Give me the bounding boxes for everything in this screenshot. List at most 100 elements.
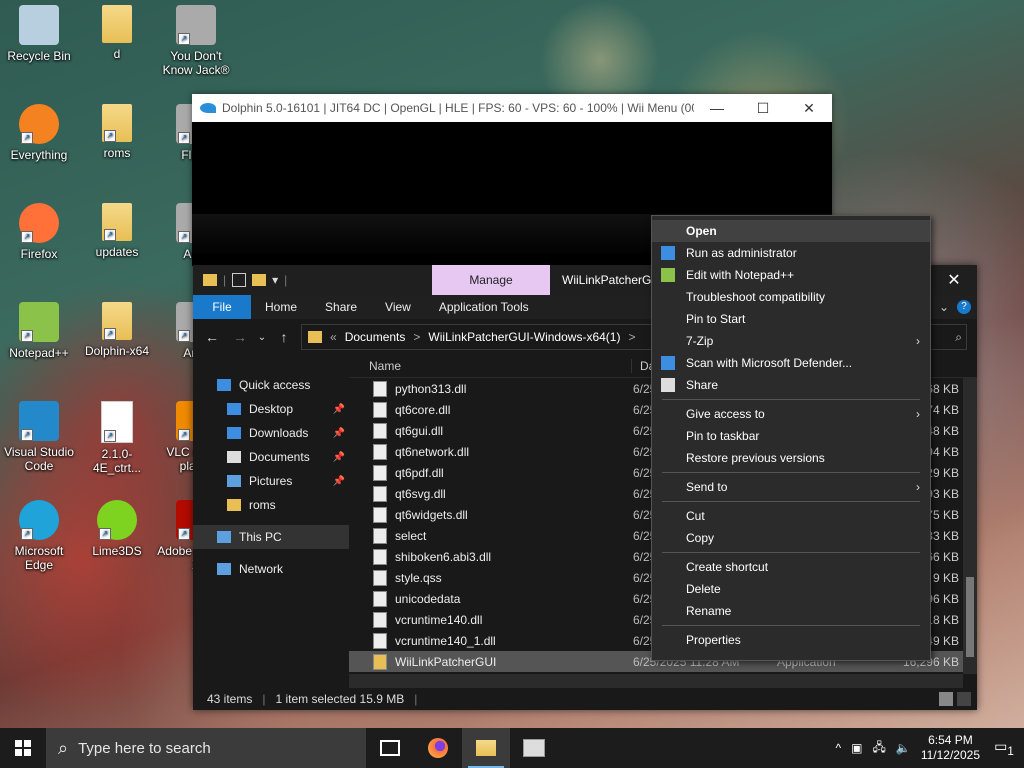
nav-item-label: Downloads — [249, 426, 309, 440]
menu-item-copy[interactable]: Copy — [652, 527, 930, 549]
desktop-icon[interactable]: ↗ You Don't Know Jack® — [157, 5, 235, 77]
tab-file[interactable]: File — [193, 295, 251, 319]
address-overflow[interactable]: « — [330, 330, 337, 344]
menu-item-label: Pin to taskbar — [686, 429, 760, 443]
shortcut-arrow-icon: ↗ — [178, 33, 190, 45]
nav-item-documents[interactable]: Documents 📌 — [193, 445, 349, 469]
taskbar-search[interactable]: ⌕ Type here to search — [46, 728, 366, 768]
desktop-icon[interactable]: ↗ Dolphin-x64 — [78, 302, 156, 358]
vertical-scrollbar[interactable] — [963, 377, 977, 674]
nav-item-this-pc[interactable]: This PC — [193, 525, 349, 549]
menu-item-troubleshoot-compatibility[interactable]: Troubleshoot compatibility — [652, 286, 930, 308]
volume-muted-icon[interactable]: 🔈 — [896, 741, 911, 755]
file-icon — [373, 422, 387, 439]
desktop-icon[interactable]: Recycle Bin — [0, 5, 78, 63]
desktop-icon[interactable]: ↗ updates — [78, 203, 156, 259]
desktop-icon[interactable]: ↗ Firefox — [0, 203, 78, 261]
close-button[interactable]: ✕ — [786, 100, 832, 117]
tab-share[interactable]: Share — [311, 295, 371, 319]
large-icons-view-icon[interactable] — [957, 692, 971, 706]
menu-item-open[interactable]: Open — [652, 220, 930, 242]
dolphin-render-area[interactable] — [192, 122, 832, 214]
file-icon — [373, 632, 387, 649]
file-icon — [373, 611, 387, 628]
nav-item-label: Quick access — [239, 378, 311, 392]
column-name[interactable]: Name — [349, 359, 631, 373]
menu-item-give-access-to[interactable]: Give access to › — [652, 403, 930, 425]
menu-item-run-as-administrator[interactable]: Run as administrator — [652, 242, 930, 264]
desktop-icon[interactable]: ↗ roms — [78, 104, 156, 160]
menu-item-create-shortcut[interactable]: Create shortcut — [652, 556, 930, 578]
expand-ribbon-icon[interactable]: ⌄ — [939, 300, 949, 314]
desktop-icon-label: Notepad++ — [9, 346, 69, 360]
network-icon[interactable]: 🖧 — [872, 738, 885, 759]
desktop-icon[interactable]: ↗ Microsoft Edge — [0, 500, 78, 572]
desktop-icon-label: Everything — [10, 148, 68, 162]
desktop-icon[interactable]: ↗ 2.1.0-4E_ctrt... — [78, 401, 156, 475]
menu-item-delete[interactable]: Delete — [652, 578, 930, 600]
chevron-up-icon[interactable]: ^ — [836, 741, 842, 755]
scrollbar-thumb[interactable] — [966, 577, 974, 657]
qat-dropdown-icon[interactable]: ▾ — [272, 273, 278, 287]
nav-item-downloads[interactable]: Downloads 📌 — [193, 421, 349, 445]
file-explorer-icon — [476, 740, 496, 756]
selection-info: 1 item selected 15.9 MB — [275, 692, 405, 706]
minimize-button[interactable]: — — [694, 100, 740, 116]
menu-item-restore-previous-versions[interactable]: Restore previous versions — [652, 447, 930, 469]
menu-item-share[interactable]: Share — [652, 374, 930, 396]
dolphin-titlebar[interactable]: Dolphin 5.0-16101 | JIT64 DC | OpenGL | … — [192, 94, 832, 122]
explorer-close-button[interactable]: ✕ — [931, 270, 977, 290]
menu-item-send-to[interactable]: Send to › — [652, 476, 930, 498]
menu-item-edit-with-notepad[interactable]: Edit with Notepad++ — [652, 264, 930, 286]
forward-button[interactable]: → — [229, 329, 251, 345]
properties-icon[interactable] — [232, 273, 247, 287]
breadcrumb-documents[interactable]: Documents — [345, 330, 406, 344]
desktop-icon[interactable]: ↗ Notepad++ — [0, 302, 78, 360]
taskbar-dolphin[interactable] — [510, 728, 558, 768]
breadcrumb-current-folder[interactable]: WiiLinkPatcherGUI-Windows-x64(1) — [428, 330, 620, 344]
back-button[interactable]: ← — [201, 329, 223, 345]
menu-item-pin-to-start[interactable]: Pin to Start — [652, 308, 930, 330]
folder-icon — [102, 5, 132, 43]
menu-item-label: Give access to — [686, 407, 765, 421]
help-icon[interactable]: ? — [957, 300, 971, 314]
nav-item-desktop[interactable]: Desktop 📌 — [193, 397, 349, 421]
menu-item-7-zip[interactable]: 7-Zip › — [652, 330, 930, 352]
maximize-button[interactable]: ☐ — [740, 100, 786, 117]
search-icon: ⌕ — [955, 330, 962, 344]
security-icon[interactable]: ▣ — [851, 741, 862, 755]
horizontal-scrollbar[interactable] — [349, 674, 963, 688]
tab-application-tools[interactable]: Application Tools — [425, 295, 543, 319]
start-button[interactable] — [0, 728, 46, 768]
taskbar-file-explorer[interactable] — [462, 728, 510, 768]
clock[interactable]: 6:54 PM 11/12/2025 — [921, 733, 980, 763]
tab-home[interactable]: Home — [251, 295, 311, 319]
menu-item-scan-with-microsoft-defender[interactable]: Scan with Microsoft Defender... — [652, 352, 930, 374]
menu-item-pin-to-taskbar[interactable]: Pin to taskbar — [652, 425, 930, 447]
task-view-button[interactable] — [366, 728, 414, 768]
desktop-icon[interactable]: ↗ Visual Studio Code — [0, 401, 78, 473]
recent-locations-button[interactable]: ⌄ — [257, 332, 267, 343]
details-view-icon[interactable] — [939, 692, 953, 706]
desktop-icon[interactable]: ↗ Lime3DS — [78, 500, 156, 558]
nav-item-roms[interactable]: roms — [193, 493, 349, 517]
taskbar-firefox[interactable] — [414, 728, 462, 768]
menu-item-properties[interactable]: Properties — [652, 629, 930, 651]
tab-manage[interactable]: Manage — [432, 265, 550, 295]
up-button[interactable]: ↑ — [273, 329, 295, 345]
nav-item-pictures[interactable]: Pictures 📌 — [193, 469, 349, 493]
new-folder-icon[interactable] — [252, 274, 267, 286]
nav-item-quick-access[interactable]: Quick access — [193, 373, 349, 397]
menu-item-rename[interactable]: Rename — [652, 600, 930, 622]
desktop-icon[interactable]: ↗ Everything — [0, 104, 78, 162]
file-icon — [373, 569, 387, 586]
system-tray: ^ ▣ 🖧 🔈 6:54 PM 11/12/2025 ▭1 — [836, 733, 1024, 763]
menu-item-cut[interactable]: Cut — [652, 505, 930, 527]
tab-view[interactable]: View — [371, 295, 425, 319]
notifications-button[interactable]: ▭1 — [990, 738, 1018, 758]
pin-icon: 📌 — [332, 451, 345, 463]
nav-item-network[interactable]: Network — [193, 557, 349, 581]
navigation-pane[interactable]: Quick access Desktop 📌 Downloads 📌 Documents 📌… — [193, 355, 349, 688]
file-icon — [373, 590, 387, 607]
desktop-icon[interactable]: d — [78, 5, 156, 61]
